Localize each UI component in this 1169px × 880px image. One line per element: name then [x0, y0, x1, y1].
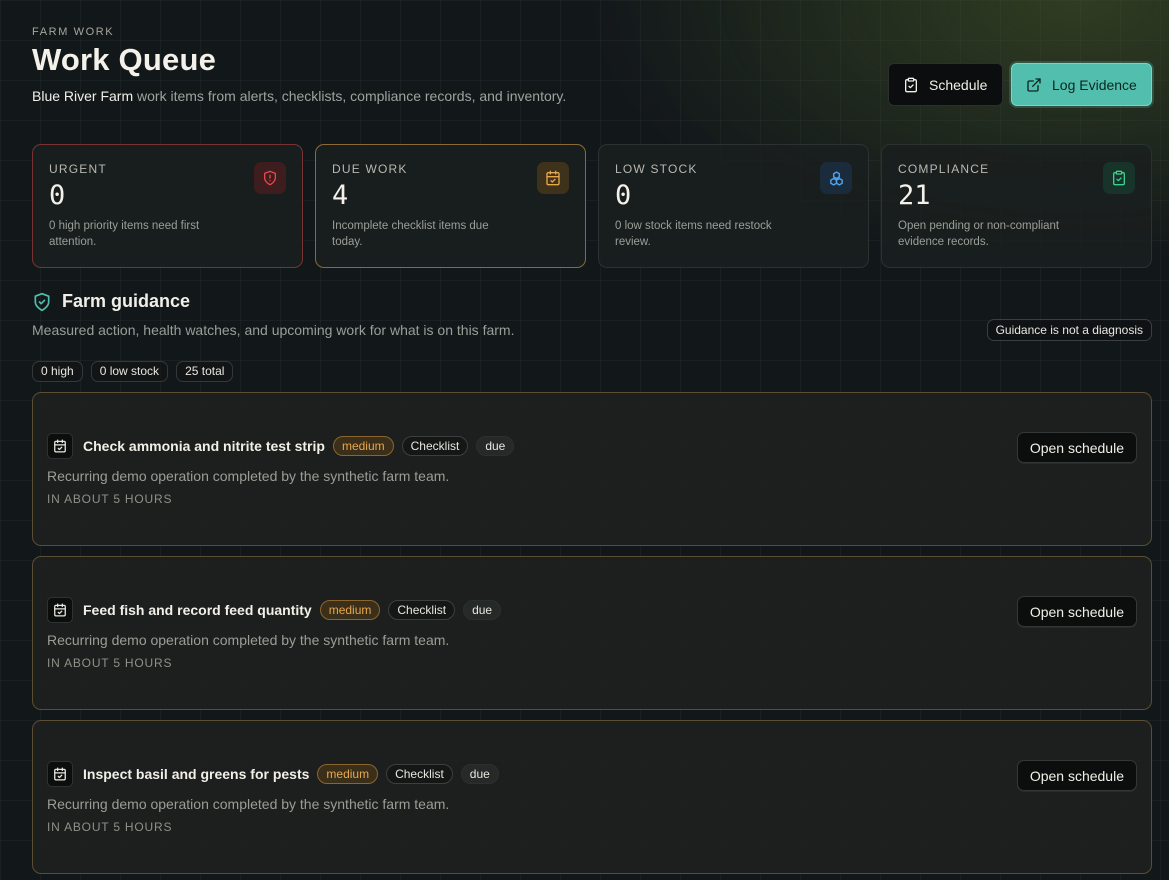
open-schedule-button[interactable]: Open schedule [1016, 432, 1137, 463]
work-item-description: Recurring demo operation completed by th… [47, 796, 450, 812]
work-item-due-time: IN ABOUT 5 HOURS [47, 492, 173, 506]
work-item-title: Inspect basil and greens for pests [83, 766, 310, 782]
work-item-header: Feed fish and record feed quantity mediu… [47, 597, 502, 623]
header-actions: Schedule Log Evidence [888, 63, 1152, 106]
work-item-description: Recurring demo operation completed by th… [47, 632, 450, 648]
work-item: Inspect basil and greens for pests mediu… [32, 720, 1152, 874]
chip-high: 0 high [32, 361, 83, 382]
clipboard-check-icon [1103, 162, 1135, 194]
open-schedule-button[interactable]: Open schedule [1016, 760, 1137, 791]
status-badge: due [476, 436, 515, 456]
farm-name: Blue River Farm [32, 88, 134, 104]
work-item-header: Check ammonia and nitrite test strip med… [47, 433, 515, 459]
guidance-summary-chips: 0 high 0 low stock 25 total [32, 361, 234, 382]
schedule-button-label: Schedule [929, 76, 988, 93]
work-item-title: Check ammonia and nitrite test strip [83, 438, 325, 454]
calendar-check-icon [47, 433, 73, 459]
stat-card-low-stock[interactable]: LOW STOCK 0 0 low stock items need resto… [598, 144, 869, 268]
page-eyebrow: FARM WORK [32, 26, 115, 38]
subtitle-text: work items from alerts, checklists, comp… [133, 88, 567, 104]
chip-total: 25 total [176, 361, 234, 382]
stat-label: URGENT [49, 162, 107, 176]
boxes-icon [820, 162, 852, 194]
log-evidence-button-label: Log Evidence [1052, 76, 1137, 93]
priority-badge: medium [317, 764, 379, 784]
stat-card-compliance[interactable]: COMPLIANCE 21 Open pending or non-compli… [881, 144, 1152, 268]
work-item-due-time: IN ABOUT 5 HOURS [47, 820, 173, 834]
stat-description: Open pending or non-compliant evidence r… [898, 220, 1060, 248]
calendar-check-icon [537, 162, 569, 194]
guidance-subtitle: Measured action, health watches, and upc… [32, 322, 515, 338]
page-subtitle: Blue River Farm work items from alerts, … [32, 88, 566, 104]
work-item-list: Check ammonia and nitrite test strip med… [32, 392, 1152, 880]
work-item: Check ammonia and nitrite test strip med… [32, 392, 1152, 546]
guidance-header: Farm guidance [32, 291, 190, 312]
guidance-disclaimer-badge: Guidance is not a diagnosis [986, 319, 1152, 341]
priority-badge: medium [319, 600, 381, 620]
work-item-due-time: IN ABOUT 5 HOURS [47, 656, 173, 670]
schedule-button[interactable]: Schedule [888, 63, 1003, 106]
calendar-check-icon [47, 597, 73, 623]
stat-card-urgent[interactable]: URGENT 0 0 high priority items need firs… [32, 144, 303, 268]
stat-value: 0 [49, 180, 66, 211]
shield-alert-icon [254, 162, 286, 194]
stat-label: LOW STOCK [615, 162, 698, 176]
clipboard-icon [905, 77, 917, 92]
stat-card-due-work[interactable]: DUE WORK 4 Incomplete checklist items du… [315, 144, 586, 268]
stat-value: 0 [615, 180, 632, 211]
priority-badge: medium [332, 436, 394, 456]
external-link-icon [1027, 77, 1041, 92]
work-item-description: Recurring demo operation completed by th… [47, 468, 450, 484]
stat-description: Incomplete checklist items due today. [332, 220, 489, 248]
category-badge: Checklist [386, 764, 453, 784]
stat-value: 4 [332, 180, 349, 211]
status-badge: due [460, 764, 499, 784]
shield-check-icon [34, 292, 50, 311]
stat-value: 21 [898, 180, 931, 211]
stat-description: 0 high priority items need first attenti… [49, 220, 200, 248]
stat-label: DUE WORK [332, 162, 408, 176]
log-evidence-button[interactable]: Log Evidence [1011, 63, 1152, 106]
work-item: Feed fish and record feed quantity mediu… [32, 556, 1152, 710]
calendar-check-icon [47, 761, 73, 787]
work-item-title: Feed fish and record feed quantity [83, 602, 312, 618]
work-item-header: Inspect basil and greens for pests mediu… [47, 761, 499, 787]
category-badge: Checklist [388, 600, 456, 620]
stats-row: URGENT 0 0 high priority items need firs… [32, 144, 1152, 268]
stat-label: COMPLIANCE [898, 162, 990, 176]
page-title: Work Queue [32, 42, 217, 77]
guidance-title: Farm guidance [62, 291, 191, 311]
status-badge: due [463, 600, 502, 620]
chip-low-stock: 0 low stock [90, 361, 169, 382]
category-badge: Checklist [401, 436, 469, 456]
open-schedule-button[interactable]: Open schedule [1016, 596, 1137, 627]
stat-description: 0 low stock items need restock review. [615, 220, 772, 248]
